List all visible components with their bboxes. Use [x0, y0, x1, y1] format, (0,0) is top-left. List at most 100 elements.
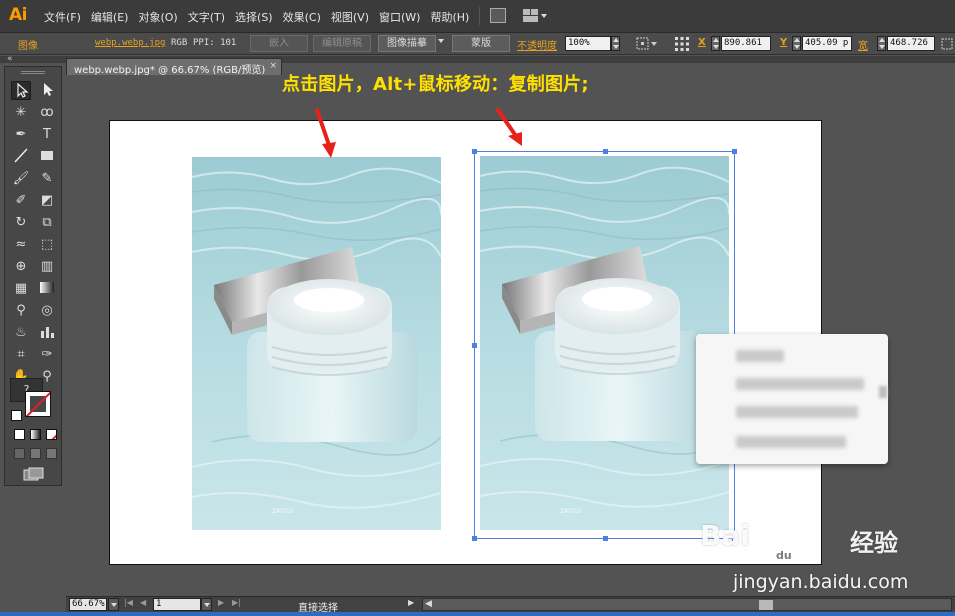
stroke-swatch-none[interactable] — [25, 391, 51, 417]
document-tab[interactable]: webp.webp.jpg* @ 66.67% (RGB/预览) × — [66, 58, 282, 76]
artboard-tool-icon[interactable]: ⌗ — [11, 345, 31, 364]
next-page-icon[interactable]: ▶ — [218, 598, 224, 607]
collapse-chevron-icon[interactable]: « — [7, 54, 13, 64]
opacity-dropdown[interactable] — [611, 36, 620, 51]
draw-normal-icon[interactable] — [14, 448, 25, 459]
menu-type[interactable]: 文字(T) — [188, 9, 235, 25]
baidu-paw-icon: du — [762, 517, 807, 564]
page-dropdown[interactable] — [201, 598, 212, 611]
column-graph-tool-icon[interactable] — [37, 323, 57, 342]
menu-effect[interactable]: 效果(C) — [283, 9, 331, 25]
gradient-mode-icon[interactable] — [30, 429, 41, 440]
pen-tool-icon[interactable]: ✒ — [11, 125, 31, 144]
gradient-tool-icon[interactable] — [37, 279, 57, 298]
x-stepper[interactable] — [711, 36, 720, 51]
embed-button[interactable]: 嵌入 — [250, 35, 308, 52]
perspective-grid-tool-icon[interactable]: ▥ — [37, 257, 57, 276]
free-transform-tool-icon[interactable]: ⬚ — [37, 235, 57, 254]
scrollbar-thumb[interactable] — [759, 600, 773, 610]
image-trace-dropdown-icon[interactable] — [438, 39, 444, 43]
zoom-dropdown[interactable] — [108, 598, 119, 611]
opacity-field[interactable]: 100% — [565, 36, 611, 51]
menu-edit[interactable]: 编辑(E) — [91, 9, 139, 25]
reference-point-icon[interactable] — [674, 36, 690, 52]
arrange-documents-icon[interactable] — [522, 8, 548, 23]
menu-help[interactable]: 帮助(H) — [430, 9, 479, 25]
lasso-tool-icon[interactable]: ꝏ — [37, 103, 57, 122]
resize-handle-w[interactable] — [472, 343, 477, 348]
menu-window[interactable]: 窗口(W) — [379, 9, 430, 25]
context-menu-item[interactable] — [736, 436, 846, 448]
menu-select[interactable]: 选择(S) — [235, 9, 283, 25]
mesh-tool-icon[interactable]: ▦ — [11, 279, 31, 298]
y-label: Y — [780, 37, 788, 48]
x-field[interactable]: 890.861 — [721, 36, 771, 51]
menu-view[interactable]: 视图(V) — [331, 9, 379, 25]
panel-grip[interactable] — [21, 71, 45, 74]
blob-brush-tool-icon[interactable]: ✐ — [11, 191, 31, 210]
default-colors-icon[interactable] — [11, 410, 22, 421]
line-tool-icon[interactable] — [11, 147, 31, 166]
width-tool-icon[interactable]: ≈ — [11, 235, 31, 254]
eyedropper-tool-icon[interactable]: ⚲ — [11, 301, 31, 320]
type-tool-icon[interactable]: T — [37, 125, 57, 144]
resize-handle-nw[interactable] — [472, 149, 477, 154]
horizontal-scrollbar[interactable]: ◀ — [422, 598, 952, 611]
close-icon[interactable]: × — [269, 61, 277, 71]
instruction-caption: 点击图片，Alt+鼠标移动：复制图片; — [282, 74, 589, 95]
shape-builder-tool-icon[interactable]: ⊕ — [11, 257, 31, 276]
menu-file[interactable]: 文件(F) — [44, 9, 91, 25]
status-menu-arrow-icon[interactable]: ▶ — [408, 598, 414, 607]
width-field[interactable]: 468.726 — [887, 36, 935, 51]
context-menu-item[interactable] — [736, 406, 858, 418]
bridge-icon[interactable] — [490, 8, 506, 23]
constrain-proportions-icon[interactable] — [941, 38, 953, 50]
watermark-logo-text: Bai — [700, 519, 750, 552]
image-trace-button[interactable]: 图像描摹 — [378, 35, 436, 52]
draw-inside-icon[interactable] — [46, 448, 57, 459]
paintbrush-tool-icon[interactable]: 🖌 — [11, 169, 31, 188]
product-image-original[interactable]: ZAOTU — [192, 157, 441, 530]
blend-tool-icon[interactable]: ◎ — [37, 301, 57, 320]
context-menu-item[interactable] — [736, 378, 864, 390]
symbol-sprayer-tool-icon[interactable]: ♨ — [11, 323, 31, 342]
direct-selection-tool-icon[interactable] — [37, 81, 57, 100]
color-mode-icon[interactable] — [14, 429, 25, 440]
annotation-arrow-left — [315, 108, 336, 158]
resize-handle-n[interactable] — [603, 149, 608, 154]
menu-object[interactable]: 对象(O) — [138, 9, 187, 25]
ppi-text: PPI: 101 — [193, 38, 237, 48]
y-stepper[interactable] — [792, 36, 801, 51]
transform-options-icon[interactable] — [636, 37, 658, 51]
rectangle-tool-icon[interactable] — [37, 147, 57, 166]
linked-file-link[interactable]: webp.webp.jpg — [95, 38, 165, 48]
rotate-tool-icon[interactable]: ↻ — [11, 213, 31, 232]
slice-tool-icon[interactable]: ✑ — [37, 345, 57, 364]
none-mode-icon[interactable] — [46, 429, 57, 440]
resize-handle-sw[interactable] — [472, 536, 477, 541]
scale-tool-icon[interactable]: ⧉ — [37, 213, 57, 232]
resize-handle-ne[interactable] — [732, 149, 737, 154]
draw-behind-icon[interactable] — [30, 448, 41, 459]
magic-wand-tool-icon[interactable]: ✳ — [11, 103, 31, 122]
edit-original-button[interactable]: 编辑原稿 — [313, 35, 371, 52]
last-page-icon[interactable]: ▶| — [232, 598, 241, 607]
screen-mode-icon[interactable] — [23, 467, 45, 481]
zoom-level-field[interactable]: 66.67% — [69, 598, 107, 611]
pencil-tool-icon[interactable]: ✎ — [37, 169, 57, 188]
x-label: X — [698, 37, 706, 48]
resize-handle-s[interactable] — [603, 536, 608, 541]
eraser-tool-icon[interactable]: ◩ — [37, 191, 57, 210]
width-stepper[interactable] — [877, 36, 886, 51]
previous-page-icon[interactable]: ◀ — [140, 598, 146, 607]
scroll-left-icon[interactable]: ◀ — [425, 599, 432, 609]
first-page-icon[interactable]: |◀ — [124, 598, 133, 607]
width-label: 宽 — [858, 41, 868, 52]
opacity-label[interactable]: 不透明度 — [517, 37, 557, 52]
mask-button[interactable]: 蒙版 — [452, 35, 510, 52]
context-menu-item[interactable] — [736, 350, 784, 362]
page-number-field[interactable]: 1 — [153, 598, 201, 611]
selection-tool-icon[interactable] — [11, 81, 31, 100]
menu-bar: Ai 文件(F) 编辑(E) 对象(O) 文字(T) 选择(S) 效果(C) 视… — [0, 0, 955, 33]
y-field[interactable]: 405.09 p — [802, 36, 852, 51]
